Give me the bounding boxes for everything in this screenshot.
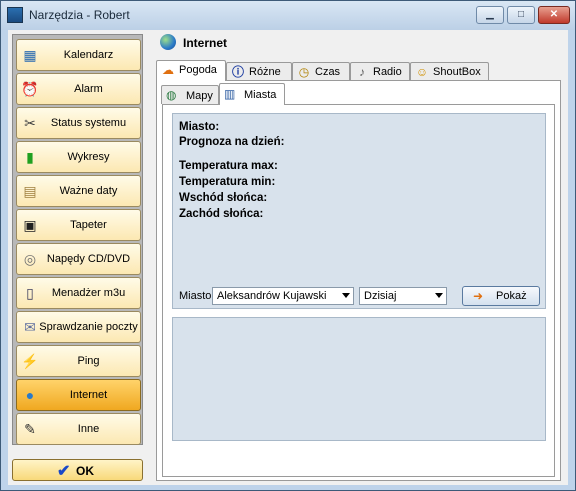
tab-label: Pogoda — [179, 64, 217, 76]
minimize-button[interactable]: ▁ — [476, 6, 504, 24]
tab-czas[interactable]: ◷ Czas — [292, 62, 350, 80]
tab-label: Czas — [315, 66, 341, 78]
speaker-icon: ♪ — [359, 65, 365, 79]
monitor-icon: ▣ — [23, 217, 37, 233]
client-area: ▦ Kalendarz ⏰ Alarm ✂ Status systemu ▮ W… — [8, 30, 568, 485]
checkmark-icon: ✔ — [57, 463, 71, 480]
sidebar-item-label: Status systemu — [50, 117, 127, 129]
app-icon — [7, 7, 23, 23]
sidebar-item-menadzer-m3u[interactable]: ▯ Menadżer m3u — [16, 277, 141, 309]
info-icon: ⓘ — [231, 65, 244, 79]
cd-icon: ◎ — [23, 251, 37, 267]
playlist-file-icon: ▯ — [26, 285, 34, 301]
sidebar-item-inne[interactable]: ✎ Inne — [16, 413, 141, 445]
sidebar-item-label: Kalendarz — [63, 49, 114, 61]
bar-chart-icon: ▮ — [26, 149, 34, 165]
sidebar: ▦ Kalendarz ⏰ Alarm ✂ Status systemu ▮ W… — [12, 34, 143, 445]
temp-min-label: Temperatura min: — [179, 176, 276, 188]
sidebar-item-tapeter[interactable]: ▣ Tapeter — [16, 209, 141, 241]
city-select-value: Aleksandrów Kujawski — [217, 290, 327, 302]
alarm-clock-icon: ⏰ — [21, 81, 39, 97]
network-cable-icon: ⚡ — [21, 353, 39, 369]
tab-shoutbox[interactable]: ☺ ShoutBox — [410, 62, 489, 80]
sidebar-item-label: Sprawdzanie poczty — [39, 321, 138, 333]
city-info-label: Miasto: — [179, 121, 220, 133]
sidebar-item-label: Inne — [77, 423, 100, 435]
sidebar-item-status-systemu[interactable]: ✂ Status systemu — [16, 107, 141, 139]
close-button[interactable]: ✕ — [538, 6, 570, 24]
maximize-button[interactable]: □ — [507, 6, 535, 24]
clock-icon: ◷ — [298, 65, 310, 79]
calendar-icon: ▦ — [23, 47, 37, 63]
cities-panel: Miasto: Prognoza na dzień: Temperatura m… — [162, 104, 555, 477]
arrow-hand-icon: ➜ — [473, 289, 484, 303]
sidebar-item-label: Menadżer m3u — [51, 287, 126, 299]
tab-label: Różne — [249, 66, 281, 78]
subtab-label: Miasta — [244, 89, 277, 101]
subtab-miasta[interactable]: ▥ Miasta — [219, 83, 285, 105]
sidebar-item-label: Internet — [69, 389, 108, 401]
sidebar-item-label: Napędy CD/DVD — [46, 253, 131, 265]
sidebar-item-napedy-cd-dvd[interactable]: ◎ Napędy CD/DVD — [16, 243, 141, 275]
globe-icon — [160, 34, 176, 50]
smiley-icon: ☺ — [415, 65, 429, 79]
weather-tab-panel: ◍ Mapy ▥ Miasta Miasto: Prognoza na dzie… — [156, 80, 561, 481]
sidebar-item-label: Ważne daty — [59, 185, 118, 197]
misc-tools-icon: ✎ — [24, 421, 36, 437]
weather-info-box: Miasto: Prognoza na dzień: Temperatura m… — [172, 113, 546, 309]
sidebar-item-wazne-daty[interactable]: ▤ Ważne daty — [16, 175, 141, 207]
globe-icon: ● — [25, 387, 35, 403]
weather-icon: ☁ — [162, 63, 174, 77]
sidebar-item-sprawdzanie-poczty[interactable]: ✉ Sprawdzanie poczty — [16, 311, 141, 343]
subtab-mapy[interactable]: ◍ Mapy — [161, 85, 219, 104]
tab-label: Radio — [373, 66, 402, 78]
city-chart-icon: ▥ — [224, 87, 236, 101]
tab-rozne[interactable]: ⓘ Różne — [226, 62, 292, 80]
mail-icon: ✉ — [24, 319, 36, 335]
day-select[interactable]: Dzisiaj — [359, 287, 447, 305]
ok-button[interactable]: ✔ OK — [12, 459, 143, 481]
tab-label: ShoutBox — [433, 66, 481, 78]
sidebar-item-kalendarz[interactable]: ▦ Kalendarz — [16, 39, 141, 71]
tools-icon: ✂ — [24, 115, 36, 131]
city-select[interactable]: Aleksandrów Kujawski — [212, 287, 354, 305]
city-select-label: Miasto: — [179, 290, 215, 302]
sidebar-item-label: Ping — [77, 355, 100, 367]
day-select-value: Dzisiaj — [364, 290, 397, 302]
sidebar-item-internet[interactable]: ● Internet — [16, 379, 141, 411]
page-title: Internet — [183, 36, 228, 50]
main-panel: Internet ☁ Pogoda ⓘ Różne ◷ Czas ♪ Radio — [150, 30, 568, 485]
chevron-down-icon — [435, 293, 443, 298]
sidebar-item-label: Alarm — [74, 83, 103, 95]
sidebar-item-alarm[interactable]: ⏰ Alarm — [16, 73, 141, 105]
sidebar-item-label: Tapeter — [70, 219, 107, 231]
sidebar-item-ping[interactable]: ⚡ Ping — [16, 345, 141, 377]
show-button-label: Pokaż — [496, 290, 527, 302]
sidebar-item-wykresy[interactable]: ▮ Wykresy — [16, 141, 141, 173]
show-button[interactable]: ➜ Pokaż — [462, 286, 540, 306]
ok-button-label: OK — [76, 464, 94, 478]
tab-pogoda[interactable]: ☁ Pogoda — [156, 60, 226, 81]
weather-result-area — [172, 317, 546, 441]
sidebar-item-label: Wykresy — [67, 151, 110, 163]
sunset-label: Zachód słońca: — [179, 208, 264, 220]
forecast-day-label: Prognoza na dzień: — [179, 136, 285, 148]
app-window: Narzędzia - Robert ▁ □ ✕ ▦ Kalendarz ⏰ A… — [0, 0, 576, 491]
sunrise-label: Wschód słońca: — [179, 192, 268, 204]
subtab-label: Mapy — [186, 90, 213, 102]
temp-max-label: Temperatura max: — [179, 160, 278, 172]
title-bar[interactable]: Narzędzia - Robert ▁ □ ✕ — [1, 1, 575, 30]
window-title: Narzędzia - Robert — [29, 8, 130, 22]
globe-icon: ◍ — [166, 88, 177, 102]
chevron-down-icon — [342, 293, 350, 298]
tab-radio[interactable]: ♪ Radio — [350, 62, 410, 80]
notes-icon: ▤ — [23, 183, 37, 199]
